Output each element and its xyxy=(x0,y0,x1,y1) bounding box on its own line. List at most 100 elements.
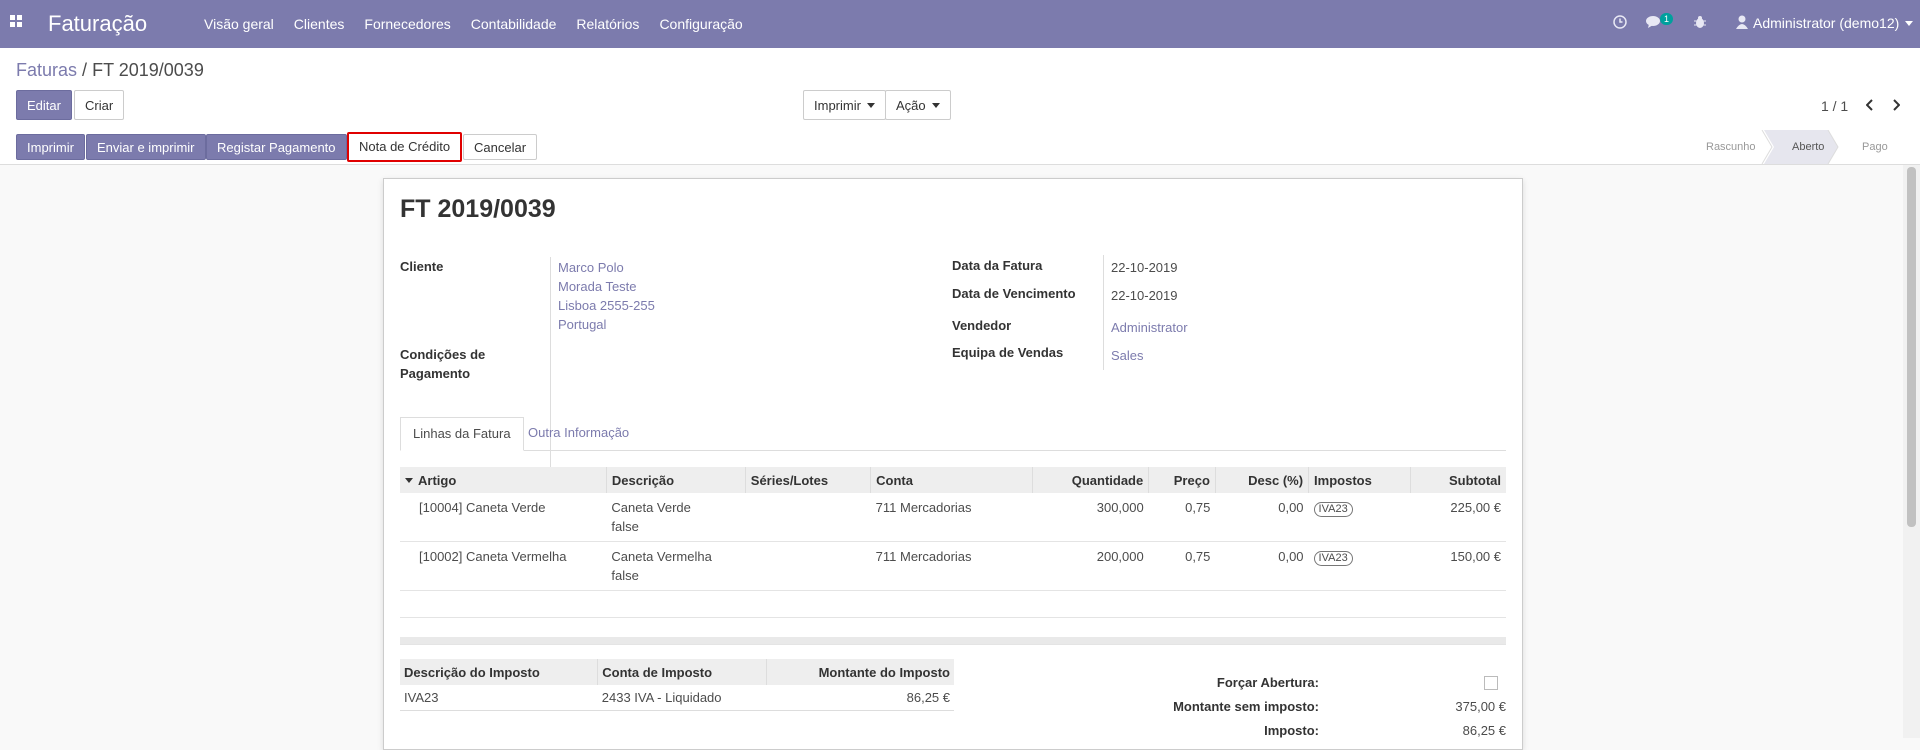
line-description: Caneta Vermelha false xyxy=(606,541,746,591)
menu-item-configuration[interactable]: Configuração xyxy=(659,16,742,32)
caret-down-icon xyxy=(866,103,875,108)
apps-menu-icon[interactable] xyxy=(10,15,24,29)
line-subtotal: 150,00 € xyxy=(1410,541,1506,591)
invoice-lines-table: Artigo Descrição Séries/Lotes Conta Quan… xyxy=(400,467,1506,645)
breadcrumb-current: FT 2019/0039 xyxy=(92,60,204,80)
salesperson-label: Vendedor xyxy=(952,318,1012,333)
column-header-subtotal[interactable]: Subtotal xyxy=(1410,467,1506,493)
payment-terms-label-line1: Condições de xyxy=(400,347,486,362)
breadcrumb-separator: / xyxy=(82,60,88,80)
line-quantity: 200,000 xyxy=(1032,541,1149,591)
sales-team-label: Equipa de Vendas xyxy=(952,345,1064,360)
tab-invoice-lines[interactable]: Linhas da Fatura xyxy=(400,417,524,451)
tab-other-info[interactable]: Outra Informação xyxy=(516,417,641,449)
menu-item-overview[interactable]: Visão geral xyxy=(204,16,274,32)
column-header-tax-description: Descrição do Imposto xyxy=(400,659,598,685)
line-lots xyxy=(745,541,871,591)
customer-street[interactable]: Morada Teste xyxy=(558,279,637,294)
line-description-text: Caneta Vermelha xyxy=(611,549,712,564)
column-header-description[interactable]: Descrição xyxy=(605,467,746,493)
column-header-product[interactable]: Artigo xyxy=(400,467,607,493)
line-quantity: 300,000 xyxy=(1032,493,1149,542)
notebook-tabs: Linhas da Fatura Outra Informação xyxy=(400,417,1506,451)
menu-item-reports[interactable]: Relatórios xyxy=(576,16,639,32)
line-account: 711 Mercadorias xyxy=(870,493,1033,542)
line-product: [10002] Caneta Vermelha xyxy=(400,541,607,591)
line-subtotal: 225,00 € xyxy=(1410,493,1506,542)
menu-item-accounting[interactable]: Contabilidade xyxy=(471,16,557,32)
due-date-label: Data de Vencimento xyxy=(952,286,1076,301)
line-discount: 0,00 xyxy=(1215,541,1309,591)
user-name: Administrator (demo12) xyxy=(1753,15,1900,31)
table-row[interactable]: [10002] Caneta Vermelha Caneta Vermelha f… xyxy=(400,541,1506,591)
scrollbar-thumb[interactable] xyxy=(1907,167,1916,527)
stage-draft[interactable]: Rascunho xyxy=(1706,130,1756,164)
line-product: [10004] Caneta Verde xyxy=(400,493,607,542)
bug-icon[interactable] xyxy=(1694,15,1706,32)
credit-note-button[interactable]: Nota de Crédito xyxy=(347,132,463,162)
payment-terms-field[interactable] xyxy=(558,349,858,367)
action-dropdown[interactable]: Ação xyxy=(885,90,951,120)
edit-button[interactable]: Editar xyxy=(16,90,72,120)
line-taxes: IVA23 xyxy=(1308,541,1411,591)
breadcrumb-parent[interactable]: Faturas xyxy=(16,60,77,80)
table-header: Artigo Descrição Séries/Lotes Conta Quan… xyxy=(400,467,1506,493)
cancel-button[interactable]: Cancelar xyxy=(463,134,538,160)
customer-country[interactable]: Portugal xyxy=(558,317,606,332)
column-header-account[interactable]: Conta xyxy=(870,467,1033,493)
stage-paid[interactable]: Pago xyxy=(1862,130,1888,164)
tax-account: 2433 IVA - Liquidado xyxy=(597,685,767,711)
table-row[interactable]: [10004] Caneta Verde Caneta Verde false 7… xyxy=(400,493,1506,542)
menu-item-customers[interactable]: Clientes xyxy=(294,16,345,32)
line-price: 0,75 xyxy=(1148,493,1216,542)
caret-down-icon xyxy=(931,103,940,108)
payment-terms-label-line2: Pagamento xyxy=(400,366,471,381)
table-header: Descrição do Imposto Conta de Imposto Mo… xyxy=(400,659,954,685)
column-header-price[interactable]: Preço xyxy=(1148,467,1216,493)
force-open-checkbox[interactable] xyxy=(1484,676,1498,690)
line-description-text: Caneta Verde xyxy=(611,500,691,515)
customer-name[interactable]: Marco Polo xyxy=(558,260,624,275)
column-header-lots[interactable]: Séries/Lotes xyxy=(744,467,871,493)
next-icon[interactable] xyxy=(1892,98,1901,114)
messages-badge: 1 xyxy=(1660,13,1674,25)
divider xyxy=(1103,255,1104,370)
page-scrollbar[interactable] xyxy=(1903,165,1920,738)
previous-icon[interactable] xyxy=(1865,98,1878,114)
salesperson-field[interactable]: Administrator xyxy=(1111,320,1188,335)
empty-row xyxy=(400,590,1506,618)
column-header-tax-amount: Montante do Imposto xyxy=(765,659,954,685)
print-dropdown[interactable]: Imprimir xyxy=(803,90,886,120)
sales-team-field[interactable]: Sales xyxy=(1111,348,1144,363)
clock-icon[interactable] xyxy=(1613,15,1627,32)
invoice-date-field[interactable]: 22-10-2019 xyxy=(1111,260,1178,275)
table-footer-bar xyxy=(400,637,1506,644)
print-invoice-button[interactable]: Imprimir xyxy=(16,134,85,160)
column-header-taxes[interactable]: Impostos xyxy=(1308,467,1411,493)
due-date-field[interactable]: 22-10-2019 xyxy=(1111,288,1178,303)
column-header-quantity[interactable]: Quantidade xyxy=(1031,467,1149,493)
line-account: 711 Mercadorias xyxy=(870,541,1033,591)
tax-summary-table: Descrição do Imposto Conta de Imposto Mo… xyxy=(400,659,954,711)
tax-total-value: 86,25 € xyxy=(1462,723,1506,738)
invoice-date-label: Data da Fatura xyxy=(952,258,1043,273)
menu-item-vendors[interactable]: Fornecedores xyxy=(364,16,450,32)
column-product-label: Artigo xyxy=(418,472,457,488)
action-dropdown-label: Ação xyxy=(896,98,926,113)
line-lots xyxy=(745,493,871,542)
customer-city[interactable]: Lisboa 2555-255 xyxy=(558,298,655,313)
create-button[interactable]: Criar xyxy=(74,90,125,120)
invoice-number: FT 2019/0039 xyxy=(400,195,556,223)
untaxed-amount-value: 375,00 € xyxy=(1455,699,1506,714)
pager-value[interactable]: 1 / 1 xyxy=(1821,98,1848,114)
column-header-discount[interactable]: Desc (%) xyxy=(1214,467,1309,493)
register-payment-button[interactable]: Registar Pagamento xyxy=(206,134,347,160)
control-panel: Faturas / FT 2019/0039 Editar Criar Impr… xyxy=(0,48,1920,131)
tax-tag: IVA23 xyxy=(1313,502,1353,517)
line-description-extra: false xyxy=(611,519,639,534)
print-dropdown-label: Imprimir xyxy=(814,98,861,113)
tax-amount: 86,25 € xyxy=(766,685,954,711)
send-and-print-button[interactable]: Enviar e imprimir xyxy=(86,134,206,160)
line-description: Caneta Verde false xyxy=(606,493,746,542)
user-menu[interactable]: Administrator (demo12) xyxy=(1753,15,1914,31)
